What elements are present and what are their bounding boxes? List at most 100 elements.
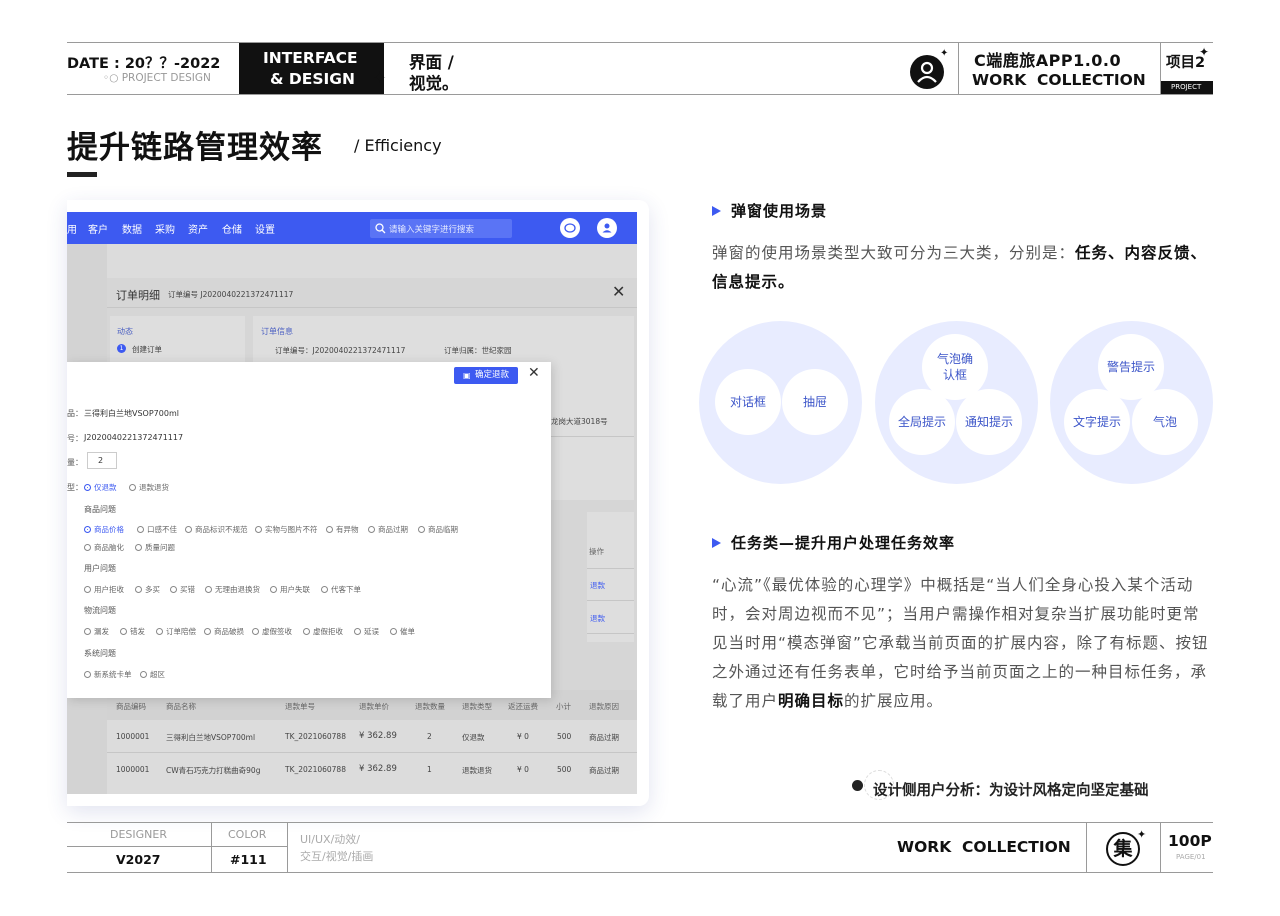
nav-item-data[interactable]: 数据	[122, 221, 142, 236]
reason-option[interactable]: 用户拒收	[84, 584, 124, 595]
reason-option[interactable]: 商品破损	[204, 626, 244, 637]
qty-label: 量：	[67, 458, 83, 467]
reason-option[interactable]: 有异物	[326, 524, 359, 535]
mockup-frame: 用 客户 数据 采购 资产 仓储 设置 请输入关键字进行搜索 订单明细 订单编号…	[67, 200, 649, 806]
reason-option[interactable]: 商品临期	[418, 524, 458, 535]
reason-option[interactable]: 代客下单	[321, 584, 361, 595]
reason-option[interactable]: 虚假签收	[252, 626, 292, 637]
nav-item-warehouse[interactable]: 仓储	[222, 221, 242, 236]
type-label: 型：	[67, 483, 83, 492]
td-name: CW青石巧克力打糕曲奇90g	[166, 766, 261, 775]
reason-option[interactable]: 多买	[135, 584, 160, 595]
td-subtotal: 500	[557, 765, 572, 774]
nav-item-assets[interactable]: 资产	[188, 221, 208, 236]
sparkle-small-icon: ✦	[940, 48, 949, 59]
section2-text: “心流”《最优体验的心理学》中概括是“当人们全身心投入某个活动时，会对周边视而不…	[712, 576, 1209, 710]
reason-option[interactable]: 商品过期	[368, 524, 408, 535]
search-input[interactable]: 请输入关键字进行搜索	[370, 219, 512, 238]
reason-option[interactable]: 超区	[140, 669, 165, 680]
td-price: ¥ 362.89	[359, 731, 397, 741]
th-code: 商品编码	[116, 702, 146, 711]
reason-option[interactable]: 口感不佳	[137, 524, 177, 535]
group-system-issue: 系统问题	[84, 649, 116, 658]
th-refund-no: 退款单号	[285, 702, 315, 711]
order-info-title: 订单信息	[261, 327, 293, 336]
radio-icon	[129, 484, 136, 491]
info-divider	[543, 436, 634, 437]
page: DATE : 20？？-2022 ◦○ PROJECT DESIGN INTER…	[0, 0, 1280, 916]
reason-option[interactable]: 错发	[120, 626, 145, 637]
th-name: 商品名称	[166, 702, 196, 711]
drawer-close-icon[interactable]: ✕	[612, 282, 625, 301]
td-qty: 1	[427, 765, 432, 774]
confirm-refund-button[interactable]: ▣ 确定退款	[454, 367, 518, 384]
type-option-refund[interactable]: 仅退款	[84, 482, 117, 493]
dynamic-title: 动态	[117, 327, 133, 336]
reason-option[interactable]: 商品脑化	[84, 542, 124, 553]
page-count: 100P	[1168, 832, 1212, 850]
search-placeholder: 请输入关键字进行搜索	[389, 225, 475, 235]
message-icon[interactable]	[560, 218, 580, 238]
color-value: #111	[230, 852, 267, 867]
table-row: 1000001 CW青石巧克力打糕曲奇90g TK_2021060788 ¥ 3…	[107, 753, 637, 785]
triangle-bullet-icon	[712, 206, 721, 216]
td-freight: ¥ 0	[517, 765, 529, 774]
reason-option[interactable]: 催单	[390, 626, 415, 637]
profile-icon[interactable]	[597, 218, 617, 238]
refund-link-2[interactable]: 退款	[590, 613, 605, 624]
order-info-address: 龙岗大道3018号	[551, 417, 608, 426]
reason-option[interactable]: 商品标识不规范	[185, 524, 248, 535]
save-icon: ▣	[463, 371, 471, 380]
group-logistics-issue: 物流问题	[84, 606, 116, 615]
operate-divider-1	[587, 568, 634, 569]
reason-option[interactable]: 漏发	[84, 626, 109, 637]
reason-option[interactable]: 商品价格	[84, 524, 124, 535]
refund-modal: ▣ 确定退款 ✕ 品： 三得利白兰地VSOP700ml 号： J20200402…	[67, 362, 551, 698]
td-type: 退款退货	[462, 766, 492, 775]
td-reason: 商品过期	[589, 733, 619, 742]
page-title: 提升链路管理效率	[67, 130, 323, 166]
bubble-message: 全局提示	[889, 389, 955, 455]
logo-sparkle-icon: ✦	[1137, 828, 1147, 841]
reason-option[interactable]: 无理由退换货	[205, 584, 260, 595]
reason-option[interactable]: 实物与图片不符	[255, 524, 318, 535]
sparkle-icon: ✦	[373, 68, 387, 87]
mock-top-nav: 用 客户 数据 采购 资产 仓储 设置 请输入关键字进行搜索	[67, 212, 637, 244]
nav-item-purchase[interactable]: 采购	[155, 221, 175, 236]
reason-option[interactable]: 订单陪偿	[156, 626, 196, 637]
th-subtotal: 小计	[556, 702, 571, 711]
nav-item-customer[interactable]: 客户	[88, 221, 108, 236]
qty-input[interactable]: 2	[87, 452, 117, 469]
page-number: PAGE/01	[1176, 853, 1206, 861]
nav-item-users[interactable]: 用	[67, 221, 77, 236]
header-divider-1	[958, 43, 959, 94]
search-icon	[375, 223, 386, 234]
section2-heading: 任务类—提升用户处理任务效率	[712, 532, 955, 553]
nav-item-settings[interactable]: 设置	[255, 221, 275, 236]
header-project-design: ◦○ PROJECT DESIGN	[103, 72, 211, 84]
reason-option[interactable]: 延误	[354, 626, 379, 637]
order-value: J2020040221372471117	[84, 433, 184, 442]
reason-option[interactable]: 新系统卡单	[84, 669, 132, 680]
reason-option[interactable]: 用户失联	[270, 584, 310, 595]
tags-line2: 交互/视觉/插画	[300, 850, 374, 863]
interface-line2: & DESIGN	[270, 70, 355, 88]
operate-divider-2	[587, 600, 634, 601]
color-label: COLOR	[228, 828, 267, 841]
product-value: 三得利白兰地VSOP700ml	[84, 409, 179, 418]
user-avatar-icon	[910, 55, 944, 89]
mockup-screen: 用 客户 数据 采购 资产 仓储 设置 请输入关键字进行搜索 订单明细 订单编号…	[67, 212, 637, 794]
modal-close-icon[interactable]: ✕	[528, 365, 540, 381]
th-reason: 退款原因	[589, 702, 619, 711]
reason-option[interactable]: 买错	[170, 584, 195, 595]
footer-mid-rule	[67, 846, 287, 847]
type-option-return[interactable]: 退款退货	[129, 482, 169, 493]
page-subtitle: / Efficiency	[354, 136, 442, 155]
reason-option[interactable]: 虚假拒收	[303, 626, 343, 637]
group-user-issue: 用户问题	[84, 564, 116, 573]
reason-option[interactable]: 质量问题	[135, 542, 175, 553]
product-label: 品：	[67, 409, 83, 418]
refund-link-1[interactable]: 退款	[590, 580, 605, 591]
td-code: 1000001	[116, 732, 150, 741]
bubble-dialog: 对话框	[715, 369, 781, 435]
